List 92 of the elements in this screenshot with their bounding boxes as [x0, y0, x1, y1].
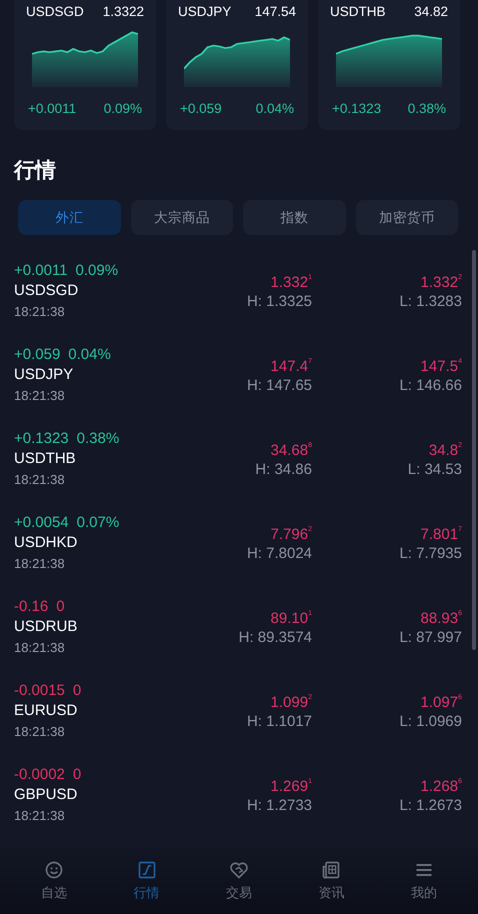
change-percent: 0.38%: [408, 101, 446, 116]
quote-time: 18:21:38: [14, 555, 66, 573]
quote-row[interactable]: -0.0015 0 EURUSD 18:21:38 1.099$^{2}$ H: 1.1017 1.097$^{6}$ L: 1.0969: [0, 680, 478, 764]
low-price: L: 146.66: [399, 376, 462, 395]
change-percent: 0.09%: [104, 101, 142, 116]
low-price: L: 87.997: [399, 628, 462, 647]
high-price: H: 34.86: [255, 460, 312, 479]
change-percent: 0: [56, 598, 65, 616]
scrollbar[interactable]: [472, 250, 476, 650]
ask-price: 34.8$^{2}$: [428, 442, 462, 460]
category-tab[interactable]: 加密货币: [356, 200, 458, 235]
change-value: +0.0011: [14, 262, 68, 280]
quote-symbol: USDRUB: [14, 617, 78, 637]
quote-row[interactable]: +0.1323 0.38% USDTHB 18:21:38 34.68$^{8}$ H: 34.86 34.8$^{2}$ L: 34.53: [0, 428, 478, 512]
quote-row[interactable]: +0.0011 0.09% USDSGD 18:21:38 1.332$^{1}$ H: 1.3325 1.332$^{2}$ L: 1.3283: [0, 260, 478, 344]
bid-price: 1.099$^{2}$: [270, 694, 312, 712]
quote-time: 18:21:38: [14, 807, 66, 825]
chart-icon: [136, 860, 157, 880]
quote-symbol: GBPUSD: [14, 785, 78, 805]
high-price: H: 1.2733: [246, 796, 312, 815]
ticker-card[interactable]: USDSGD 1.3322 +0.0011 0.09%: [14, 0, 156, 130]
change-value: -0.0002: [14, 766, 65, 784]
change-value: +0.1323: [14, 430, 69, 448]
change-value: +0.059: [14, 346, 60, 364]
quote-symbol: USDHKD: [14, 533, 78, 553]
low-price: L: 1.3283: [399, 292, 462, 311]
change-percent: 0: [72, 682, 82, 700]
high-price: H: 7.8024: [246, 544, 312, 563]
quote-symbol: EURUSD: [14, 701, 78, 721]
low-price: L: 34.53: [408, 460, 462, 479]
bid-price: 89.10$^{1}$: [270, 610, 312, 628]
quote-time: 18:21:38: [14, 303, 66, 321]
section-title: 行情: [14, 158, 57, 184]
smiley-icon: [44, 860, 64, 880]
low-price: L: 1.0969: [399, 712, 462, 731]
change-percent: 0: [72, 766, 82, 784]
change-value: +0.0054: [14, 514, 69, 532]
category-tab[interactable]: 指数: [243, 200, 346, 235]
ask-price: 147.5$^{4}$: [420, 358, 462, 376]
quote-symbol: USDJPY: [14, 365, 74, 385]
change-percent: 0.38%: [76, 430, 120, 448]
quote-time: 18:21:38: [14, 387, 66, 405]
change-value: +0.0011: [28, 101, 76, 116]
quote-time: 18:21:38: [14, 639, 66, 657]
ticker-card[interactable]: USDTHB 34.82 +0.1323 0.38%: [318, 0, 460, 130]
quote-symbol: USDTHB: [14, 449, 77, 469]
category-tab[interactable]: 大宗商品: [130, 200, 233, 235]
high-price: H: 89.3574: [238, 628, 312, 647]
change-percent: 0.07%: [76, 514, 120, 532]
nav-tab[interactable]: 自选: [8, 848, 100, 914]
bid-price: 147.4$^{7}$: [270, 358, 312, 376]
high-price: H: 147.65: [246, 376, 312, 395]
bid-price: 7.796$^{2}$: [270, 526, 312, 544]
ask-price: 1.268$^{6}$: [420, 778, 462, 796]
change-percent: 0.09%: [76, 262, 118, 280]
category-tab[interactable]: 外汇: [18, 200, 120, 235]
nav-tab[interactable]: 交易: [192, 848, 286, 914]
ask-price: 1.097$^{6}$: [420, 694, 462, 712]
change-percent: 0.04%: [256, 101, 294, 116]
ask-price: 88.93$^{6}$: [420, 610, 462, 628]
bid-price: 1.332$^{1}$: [270, 274, 312, 292]
change-percent: 0.04%: [68, 346, 111, 364]
ticker-price: 147.54: [254, 4, 296, 19]
bid-price: 1.269$^{1}$: [270, 778, 312, 796]
quote-row[interactable]: +0.0054 0.07% USDHKD 18:21:38 7.796$^{2}$ H: 7.8024 7.801$^{7}$ L: 7.7935: [0, 512, 478, 596]
ticker-price: 34.82: [414, 4, 448, 19]
ticker-price: 1.3322: [102, 4, 144, 19]
newspaper-icon: [321, 860, 342, 880]
bid-price: 34.68$^{8}$: [270, 442, 312, 460]
ticker-symbol: USDTHB: [330, 4, 386, 19]
low-price: L: 1.2673: [399, 796, 462, 815]
nav-tab[interactable]: 资讯: [285, 848, 378, 914]
ticker-symbol: USDJPY: [178, 4, 232, 19]
quote-symbol: USDSGD: [14, 281, 80, 301]
quote-time: 18:21:38: [14, 723, 66, 741]
ask-price: 1.332$^{2}$: [420, 274, 462, 292]
change-value: -0.16: [14, 598, 48, 616]
high-price: H: 1.3325: [246, 292, 312, 311]
quote-time: 18:21:38: [14, 471, 66, 489]
quote-row[interactable]: -0.0002 0 GBPUSD 18:21:38 1.269$^{1}$ H: 1.2733 1.268$^{6}$ L: 1.2673: [0, 764, 478, 848]
ticker-symbol: USDSGD: [26, 4, 84, 19]
change-value: +0.059: [180, 101, 222, 116]
ticker-card[interactable]: USDJPY 147.54 +0.059 0.04%: [166, 0, 308, 130]
change-value: +0.1323: [332, 101, 382, 116]
low-price: L: 7.7935: [399, 544, 462, 563]
nav-tab[interactable]: 我的: [378, 848, 470, 914]
ask-price: 7.801$^{7}$: [420, 526, 462, 544]
change-value: -0.0015: [14, 682, 65, 700]
quote-row[interactable]: -0.16 0 USDRUB 18:21:38 89.10$^{1}$ H: 89.3574 88.93$^{6}$ L: 87.997: [0, 596, 478, 680]
heart-icon: [229, 860, 250, 880]
high-price: H: 1.1017: [246, 712, 312, 731]
quote-row[interactable]: +0.059 0.04% USDJPY 18:21:38 147.4$^{7}$ H: 147.65 147.5$^{4}$ L: 146.66: [0, 344, 478, 428]
